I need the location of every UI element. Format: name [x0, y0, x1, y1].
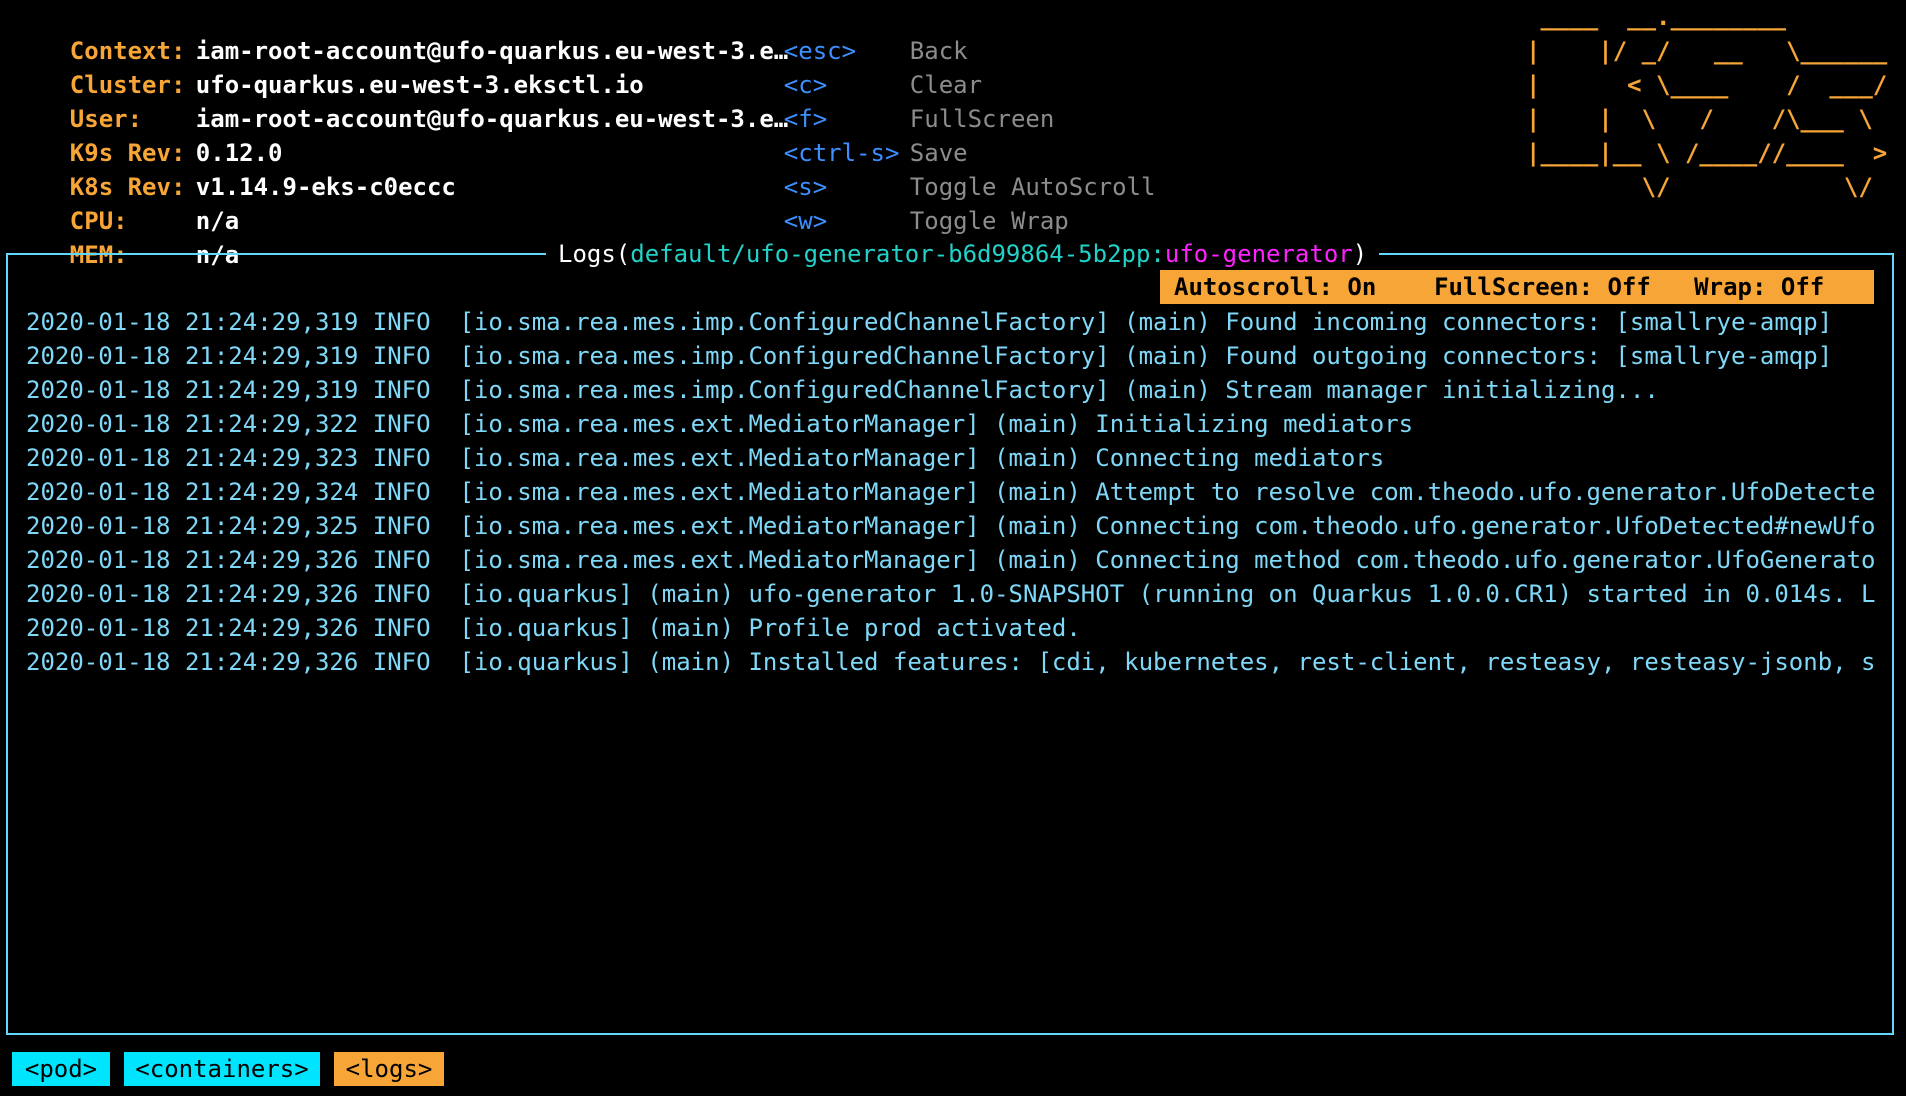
k9s-logo: ____ __.________ | |/ _/ __ \______ | < … [1526, 3, 1888, 201]
logs-title-container: ufo-generator [1164, 240, 1353, 268]
k9s-rev-value-cell: 0.12.0 [138, 102, 283, 167]
log-line: 2020-01-18 21:24:29,319 INFO [io.sma.rea… [26, 308, 1833, 336]
hint-desc: Toggle Wrap [909, 207, 1069, 235]
user-value-cell: iam-root-account@ufo-quarkus.eu-west-3.e… [138, 68, 788, 133]
hint-clear-desc: Clear [852, 34, 982, 99]
cluster-value-cell: ufo-quarkus.eu-west-3.eksctl.io [138, 34, 644, 99]
log-line: 2020-01-18 21:24:29,319 INFO [io.sma.rea… [26, 342, 1833, 370]
crumb-containers[interactable]: <containers> [124, 1052, 320, 1086]
log-line: 2020-01-18 21:24:29,319 INFO [io.sma.rea… [26, 376, 1659, 404]
hint-back[interactable]: <esc> [726, 0, 856, 65]
hint-clear[interactable]: <c> [726, 34, 827, 99]
log-line: 2020-01-18 21:24:29,324 INFO [io.sma.rea… [26, 478, 1876, 506]
log-status-bar: Autoscroll: On FullScreen: Off Wrap: Off [1160, 270, 1874, 304]
logs-title-pod: default/ufo-generator-b6d99864-5b2pp: [630, 240, 1165, 268]
cpu-value-cell: n/a [138, 170, 239, 235]
k8s-rev-value-cell: v1.14.9-eks-c0eccc [138, 136, 456, 201]
user-row: User: [12, 68, 142, 133]
log-line: 2020-01-18 21:24:29,326 INFO [io.quarkus… [26, 648, 1876, 676]
hint-autoscroll[interactable]: <s> [726, 136, 827, 201]
hint-save-desc: Save [852, 102, 968, 167]
cpu-row: CPU: [12, 170, 128, 235]
log-line: 2020-01-18 21:24:29,326 INFO [io.quarkus… [26, 580, 1876, 608]
hint-key: <w> [783, 207, 828, 235]
logs-title-close-paren: ) [1352, 240, 1368, 268]
crumb-pod[interactable]: <pod> [12, 1052, 110, 1086]
context-value-cell: iam-root-account@ufo-quarkus.eu-west-3.e… [138, 0, 788, 65]
logs-title-open-paren: ( [615, 240, 631, 268]
crumb-logs[interactable]: <logs> [334, 1052, 444, 1086]
hint-wrap[interactable]: <w> [726, 170, 827, 235]
mem-row: MEM: [12, 204, 128, 269]
logs-panel-title: Logs(default/ufo-generator-b6d99864-5b2p… [546, 238, 1380, 270]
hint-autoscroll-desc: Toggle AutoScroll [852, 136, 1156, 201]
hint-wrap-desc: Toggle Wrap [852, 170, 1069, 235]
hint-back-desc: Back [852, 0, 968, 65]
hint-fullscreen[interactable]: <f> [726, 68, 827, 133]
log-line: 2020-01-18 21:24:29,326 INFO [io.sma.rea… [26, 546, 1876, 574]
hint-fullscreen-desc: FullScreen [852, 68, 1055, 133]
log-line: 2020-01-18 21:24:29,325 INFO [io.sma.rea… [26, 512, 1876, 540]
user-value: iam-root-account@ufo-quarkus.eu-west-3.e… [195, 105, 789, 133]
log-line: 2020-01-18 21:24:29,323 INFO [io.sma.rea… [26, 444, 1385, 472]
logs-title-prefix: Logs [558, 240, 616, 268]
log-line: 2020-01-18 21:24:29,326 INFO [io.quarkus… [26, 614, 1081, 642]
log-lines[interactable]: 2020-01-18 21:24:29,319 INFO [io.sma.rea… [26, 305, 1876, 679]
log-line: 2020-01-18 21:24:29,322 INFO [io.sma.rea… [26, 410, 1414, 438]
mem-value-cell: n/a [138, 204, 239, 269]
